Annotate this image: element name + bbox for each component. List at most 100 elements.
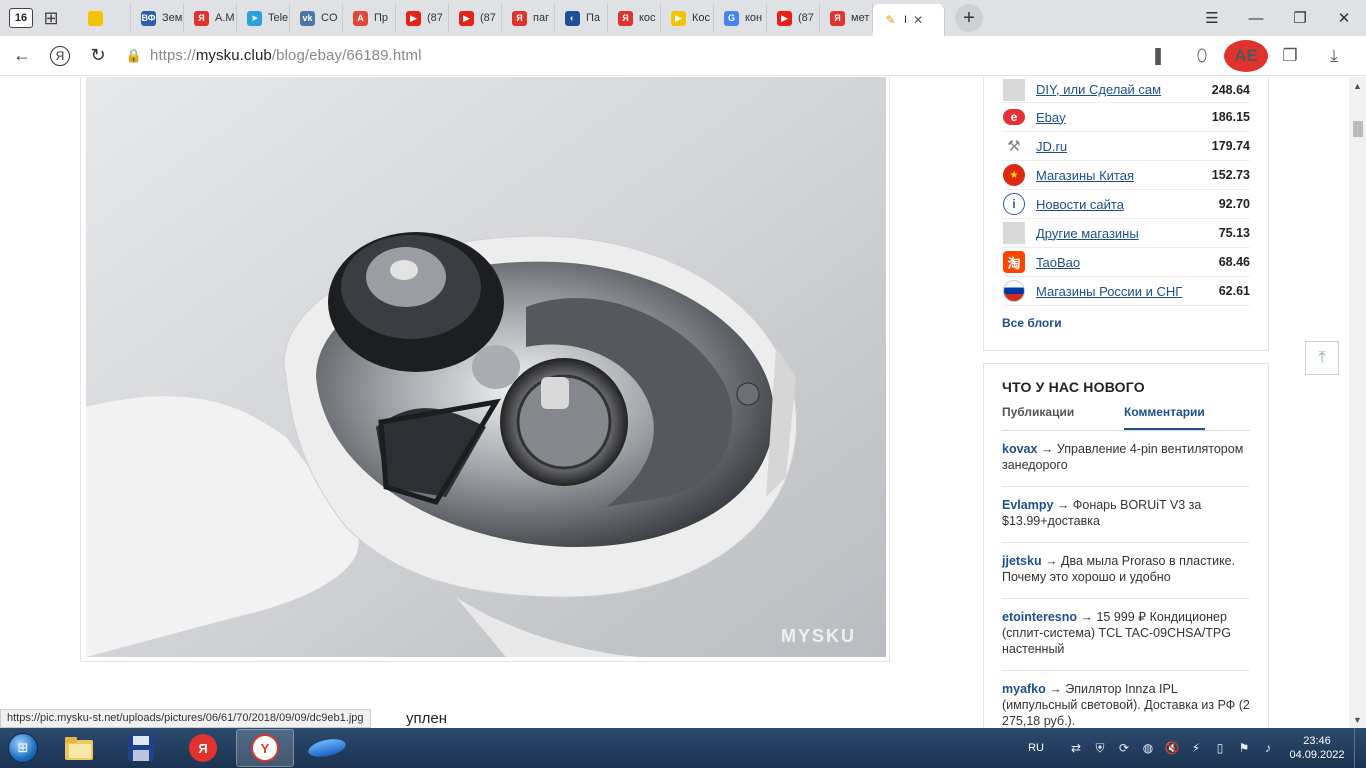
blog-link[interactable]: Магазины Китая bbox=[1036, 168, 1212, 183]
tab-label: мет bbox=[851, 12, 870, 24]
flag-icon[interactable]: ⚑ bbox=[1232, 741, 1256, 755]
usb-icon[interactable]: ⚡ bbox=[1184, 741, 1208, 755]
article-photo[interactable]: MYSKU bbox=[86, 77, 886, 657]
tab-publications[interactable]: Публикации bbox=[1002, 405, 1124, 430]
blog-link[interactable]: Другие магазины bbox=[1036, 226, 1219, 241]
blog-link[interactable]: TaoBao bbox=[1036, 255, 1219, 270]
speaker-icon[interactable]: ♪ bbox=[1256, 741, 1280, 755]
tab-11[interactable]: ▶ Кос bbox=[661, 4, 714, 32]
tab-groups-icon[interactable]: ⊞ bbox=[36, 4, 66, 32]
tab-14[interactable]: Ямет bbox=[820, 4, 873, 32]
tab-comments[interactable]: Комментарии bbox=[1124, 405, 1205, 430]
tab-6[interactable]: ▶ (87 bbox=[396, 4, 449, 32]
tab-8[interactable]: Япаг bbox=[502, 4, 555, 32]
all-blogs-link[interactable]: Все блоги bbox=[1002, 306, 1250, 330]
comment-post-link[interactable]: → Управление 4-pin вентилятором занедоро… bbox=[1002, 442, 1243, 472]
url-field[interactable]: https://mysku.club/blog/ebay/66189.html bbox=[150, 47, 422, 64]
reload-button[interactable]: ↻ bbox=[82, 40, 114, 72]
tab-label: Па bbox=[586, 12, 601, 24]
show-desktop-button[interactable] bbox=[1354, 728, 1366, 768]
download-icon[interactable]: ⤓ bbox=[1312, 40, 1356, 72]
page-content: MYSKU уплен https://pic.mysku-st.net/upl… bbox=[0, 77, 1366, 728]
volume-icon[interactable]: 🔇 bbox=[1160, 741, 1184, 755]
yandex-icon: Я bbox=[512, 10, 527, 26]
blog-row: Другие магазины 75.13 bbox=[1002, 219, 1250, 248]
tab-0[interactable] bbox=[78, 4, 131, 32]
language-indicator[interactable]: RU bbox=[1028, 742, 1044, 754]
tab-12[interactable]: Gкон bbox=[714, 4, 767, 32]
tab-4[interactable]: vk CO bbox=[290, 4, 343, 32]
tab-1[interactable]: ВФ Зем bbox=[131, 4, 184, 32]
taskbar-app-blue[interactable] bbox=[298, 729, 356, 767]
lock-icon[interactable]: 🔒 bbox=[126, 48, 142, 64]
url-path: /blog/ebay/66189.html bbox=[271, 47, 422, 64]
collections-icon[interactable]: ❐ bbox=[1268, 40, 1312, 72]
taskbar-yandex-browser[interactable]: Y bbox=[236, 729, 294, 767]
new-tab-button[interactable]: + bbox=[955, 4, 983, 32]
protect-icon[interactable]: ⬯ bbox=[1180, 40, 1224, 72]
comment-user[interactable]: etointeresno bbox=[1002, 610, 1077, 624]
tab-13[interactable]: ▶ (87 bbox=[767, 4, 820, 32]
comment-user[interactable]: myafko bbox=[1002, 682, 1046, 696]
page-scrollbar[interactable]: ▲ ▼ bbox=[1349, 77, 1366, 728]
yandex-button[interactable]: Я bbox=[44, 40, 76, 72]
tab-manager-button[interactable]: 16 bbox=[6, 4, 36, 32]
scroll-thumb[interactable] bbox=[1353, 121, 1363, 137]
minimize-button[interactable]: — bbox=[1234, 0, 1278, 36]
bookmark-icon[interactable]: ❚ bbox=[1136, 40, 1180, 72]
photo-frame: MYSKU bbox=[80, 77, 890, 662]
tab-label: I bbox=[904, 14, 908, 26]
blog-list: DIY, или Сделай сам 248.64 e Ebay 186.15 ⚒ JD.… bbox=[1002, 77, 1250, 306]
phone-icon[interactable]: ▯ bbox=[1208, 741, 1232, 755]
close-window-button[interactable]: ✕ bbox=[1322, 0, 1366, 36]
close-icon[interactable]: ✕ bbox=[913, 13, 923, 27]
comment-user[interactable]: kovax bbox=[1002, 442, 1037, 456]
tab-label: кос bbox=[639, 12, 656, 24]
floppy-icon bbox=[128, 735, 154, 761]
blog-link[interactable]: Магазины России и СНГ bbox=[1036, 284, 1219, 299]
article-text-fragment: уплен bbox=[406, 710, 448, 727]
clock[interactable]: 23:46 04.09.2022 bbox=[1280, 734, 1354, 762]
tab-3[interactable]: ➤ Tele bbox=[237, 4, 290, 32]
yandex-icon: Я bbox=[618, 10, 633, 26]
comment-user[interactable]: Evlampy bbox=[1002, 498, 1053, 512]
blog-row: e Ebay 186.15 bbox=[1002, 103, 1250, 132]
taskbar-save-app[interactable] bbox=[112, 729, 170, 767]
blog-link[interactable]: DIY, или Сделай сам bbox=[1036, 82, 1212, 97]
tab-active[interactable]: ✎ I ✕ bbox=[873, 4, 945, 36]
tab-2[interactable]: Я A.M bbox=[184, 4, 237, 32]
tab-label: паг bbox=[533, 12, 550, 24]
blog-link[interactable]: Новости сайта bbox=[1036, 197, 1219, 212]
folder-icon bbox=[65, 737, 93, 760]
shield-icon[interactable]: ⛨ bbox=[1088, 741, 1112, 756]
network-icon[interactable]: ⇄ bbox=[1064, 741, 1088, 755]
sync-icon[interactable]: ⟳ bbox=[1112, 741, 1136, 755]
tab-count: 16 bbox=[9, 8, 33, 28]
comment-item: myafko → Эпилятор Innza IPL (импульсный … bbox=[1002, 671, 1250, 728]
blog-row: ⚒ JD.ru 179.74 bbox=[1002, 132, 1250, 161]
scroll-up-arrow[interactable]: ▲ bbox=[1349, 77, 1366, 94]
comment-item: Evlampy → Фонарь BORUiT V3 за $13.99+дос… bbox=[1002, 487, 1250, 543]
tab-7[interactable]: ▶ (87 bbox=[449, 4, 502, 32]
tab-label: Зем bbox=[162, 12, 183, 24]
back-button[interactable]: ← bbox=[6, 40, 38, 72]
globe-icon[interactable]: ◍ bbox=[1136, 741, 1160, 755]
windows-logo-icon: ⊞ bbox=[8, 733, 38, 763]
scroll-down-arrow[interactable]: ▼ bbox=[1349, 711, 1366, 728]
blog-link[interactable]: JD.ru bbox=[1036, 139, 1212, 154]
blog-link[interactable]: Ebay bbox=[1036, 110, 1212, 125]
taskbar-yandex[interactable]: Я bbox=[174, 729, 232, 767]
blog-row: ★ Магазины Китая 152.73 bbox=[1002, 161, 1250, 190]
extension-button[interactable]: AE bbox=[1224, 40, 1268, 72]
start-button[interactable]: ⊞ bbox=[0, 728, 46, 768]
tab-5[interactable]: A Пр bbox=[343, 4, 396, 32]
menu-icon[interactable]: ☰ bbox=[1190, 0, 1234, 36]
taskbar: ⊞ Я Y RU ⇄ ⛨ ⟳ ◍ 🔇 ⚡ ▯ ⚑ ♪ 23:46 04.09.2… bbox=[0, 728, 1366, 768]
comment-user[interactable]: jjetsku bbox=[1002, 554, 1042, 568]
url-host: mysku.club bbox=[195, 47, 272, 64]
tab-9[interactable]: ◐ Па bbox=[555, 4, 608, 32]
tab-10[interactable]: Якос bbox=[608, 4, 661, 32]
restore-button[interactable]: ❐ bbox=[1278, 0, 1322, 36]
scroll-to-top-button[interactable]: ⤒ bbox=[1305, 341, 1339, 375]
taskbar-explorer[interactable] bbox=[50, 729, 108, 767]
